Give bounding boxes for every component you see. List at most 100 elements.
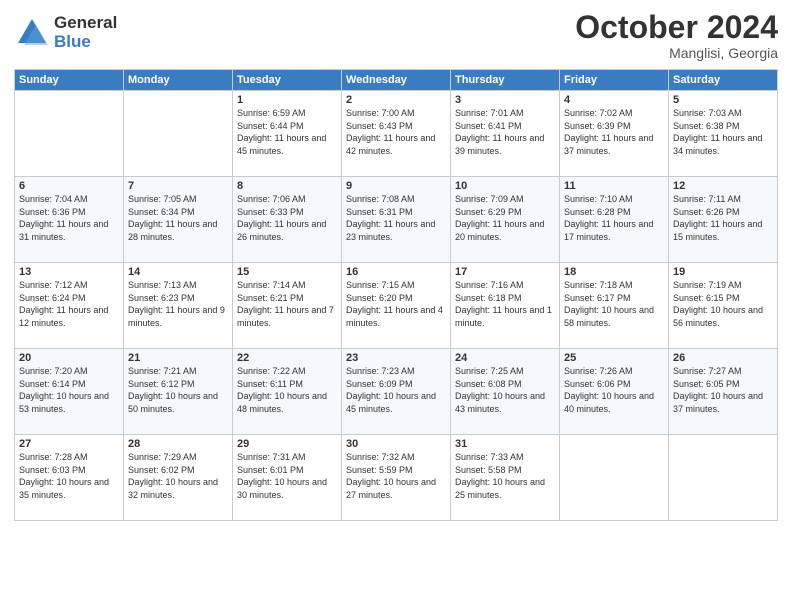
calendar-cell: 28Sunrise: 7:29 AMSunset: 6:02 PMDayligh… <box>124 435 233 521</box>
sunrise: Sunrise: 7:13 AM <box>128 280 197 290</box>
sunset: Sunset: 6:26 PM <box>673 207 740 217</box>
day-number: 31 <box>455 438 555 450</box>
sunrise: Sunrise: 7:08 AM <box>346 194 415 204</box>
day-info: Sunrise: 7:32 AMSunset: 5:59 PMDaylight:… <box>346 451 446 501</box>
day-number: 30 <box>346 438 446 450</box>
weekday-header-monday: Monday <box>124 70 233 91</box>
daylight: Daylight: 11 hours and 39 minutes. <box>455 133 544 156</box>
day-info: Sunrise: 7:05 AMSunset: 6:34 PMDaylight:… <box>128 193 228 243</box>
sunset: Sunset: 6:43 PM <box>346 121 413 131</box>
sunrise: Sunrise: 7:14 AM <box>237 280 306 290</box>
day-info: Sunrise: 7:31 AMSunset: 6:01 PMDaylight:… <box>237 451 337 501</box>
daylight: Daylight: 10 hours and 53 minutes. <box>19 391 109 414</box>
weekday-header-friday: Friday <box>560 70 669 91</box>
weekday-header-sunday: Sunday <box>15 70 124 91</box>
day-info: Sunrise: 7:21 AM Sunset: 6:12 PM Daylight:… <box>128 365 228 415</box>
calendar-row-0: 1Sunrise: 6:59 AMSunset: 6:44 PMDaylight… <box>15 91 778 177</box>
sunrise: Sunrise: 7:33 AM <box>455 452 524 462</box>
day-info: Sunrise: 7:27 AMSunset: 6:05 PMDaylight:… <box>673 365 773 415</box>
day-number: 18 <box>564 266 664 278</box>
day-number: 26 <box>673 352 773 364</box>
day-info: Sunrise: 7:08 AM Sunset: 6:31 PM Daylight:… <box>346 193 446 243</box>
weekday-header-tuesday: Tuesday <box>233 70 342 91</box>
daylight: Daylight: 11 hours and 45 minutes. <box>237 133 326 156</box>
daylight: Daylight: 10 hours and 50 minutes. <box>128 391 218 414</box>
day-info: Sunrise: 7:16 AMSunset: 6:18 PMDaylight:… <box>455 279 555 329</box>
daylight: Daylight: 10 hours and 56 minutes. <box>673 305 763 328</box>
calendar-cell: 30Sunrise: 7:32 AMSunset: 5:59 PMDayligh… <box>342 435 451 521</box>
sunrise: Sunrise: 7:03 AM <box>673 108 742 118</box>
day-info: Sunrise: 7:04 AMSunset: 6:36 PMDaylight:… <box>19 193 119 243</box>
sunrise: Sunrise: 7:20 AM <box>19 366 88 376</box>
sunset: Sunset: 6:24 PM <box>19 293 86 303</box>
sunset: Sunset: 6:02 PM <box>128 465 195 475</box>
calendar-page: General Blue October 2024 Manglisi, Geor… <box>0 0 792 612</box>
sunset: Sunset: 6:31 PM <box>346 207 413 217</box>
sunset: Sunset: 6:21 PM <box>237 293 304 303</box>
calendar-cell: 17Sunrise: 7:16 AMSunset: 6:18 PMDayligh… <box>451 263 560 349</box>
sunset: Sunset: 6:20 PM <box>346 293 413 303</box>
day-number: 27 <box>19 438 119 450</box>
sunset: Sunset: 5:59 PM <box>346 465 413 475</box>
calendar-cell: 21Sunrise: 7:21 AMSunset: 6:12 PMDayligh… <box>124 349 233 435</box>
day-number: 3 <box>455 94 555 106</box>
daylight: Daylight: 11 hours and 37 minutes. <box>564 133 653 156</box>
daylight: Daylight: 11 hours and 23 minutes. <box>346 219 435 242</box>
calendar-header: SundayMondayTuesdayWednesdayThursdayFrid… <box>15 70 778 91</box>
weekday-header-row: SundayMondayTuesdayWednesdayThursdayFrid… <box>15 70 778 91</box>
sunset: Sunset: 6:28 PM <box>564 207 631 217</box>
sunset: Sunset: 6:34 PM <box>128 207 195 217</box>
day-info: Sunrise: 7:13 AMSunset: 6:23 PMDaylight:… <box>128 279 228 329</box>
day-number: 14 <box>128 266 228 278</box>
sunrise: Sunrise: 7:27 AM <box>673 366 742 376</box>
logo-text: General Blue <box>54 14 117 51</box>
day-info: Sunrise: 6:59 AMSunset: 6:44 PMDaylight:… <box>237 107 337 157</box>
calendar-cell: 7Sunrise: 7:05 AMSunset: 6:34 PMDaylight… <box>124 177 233 263</box>
calendar-cell: 14Sunrise: 7:13 AMSunset: 6:23 PMDayligh… <box>124 263 233 349</box>
day-number: 10 <box>455 180 555 192</box>
day-number: 5 <box>673 94 773 106</box>
day-number: 15 <box>237 266 337 278</box>
calendar-row-2: 13Sunrise: 7:12 AMSunset: 6:24 PMDayligh… <box>15 263 778 349</box>
calendar-cell: 1Sunrise: 6:59 AMSunset: 6:44 PMDaylight… <box>233 91 342 177</box>
day-number: 9 <box>346 180 446 192</box>
calendar-cell: 10Sunrise: 7:09 AMSunset: 6:29 PMDayligh… <box>451 177 560 263</box>
calendar-cell: 22Sunrise: 7:22 AMSunset: 6:11 PMDayligh… <box>233 349 342 435</box>
day-info: Sunrise: 7:10 AMSunset: 6:28 PMDaylight:… <box>564 193 664 243</box>
logo: General Blue <box>14 14 117 51</box>
weekday-header-wednesday: Wednesday <box>342 70 451 91</box>
calendar-cell: 26Sunrise: 7:27 AMSunset: 6:05 PMDayligh… <box>669 349 778 435</box>
day-info: Sunrise: 7:29 AMSunset: 6:02 PMDaylight:… <box>128 451 228 501</box>
day-number: 24 <box>455 352 555 364</box>
sunset: Sunset: 6:12 PM <box>128 379 195 389</box>
sunrise: Sunrise: 7:11 AM <box>673 194 741 204</box>
calendar-row-1: 6Sunrise: 7:04 AMSunset: 6:36 PMDaylight… <box>15 177 778 263</box>
sunrise: Sunrise: 7:00 AM <box>346 108 415 118</box>
calendar-cell: 18Sunrise: 7:18 AMSunset: 6:17 PMDayligh… <box>560 263 669 349</box>
day-info: Sunrise: 7:03 AM Sunset: 6:38 PM Daylight:… <box>673 107 773 157</box>
calendar-cell: 3Sunrise: 7:01 AMSunset: 6:41 PMDaylight… <box>451 91 560 177</box>
daylight: Daylight: 11 hours and 12 minutes. <box>19 305 108 328</box>
daylight: Daylight: 11 hours and 4 minutes. <box>346 305 443 328</box>
weekday-header-thursday: Thursday <box>451 70 560 91</box>
day-number: 8 <box>237 180 337 192</box>
daylight: Daylight: 11 hours and 9 minutes. <box>128 305 225 328</box>
sunrise: Sunrise: 7:21 AM <box>128 366 197 376</box>
sunset: Sunset: 6:33 PM <box>237 207 304 217</box>
calendar-cell <box>124 91 233 177</box>
day-info: Sunrise: 7:06 AMSunset: 6:33 PMDaylight:… <box>237 193 337 243</box>
calendar-cell: 13Sunrise: 7:12 AMSunset: 6:24 PMDayligh… <box>15 263 124 349</box>
daylight: Daylight: 11 hours and 34 minutes. <box>673 133 762 156</box>
sunset: Sunset: 6:01 PM <box>237 465 304 475</box>
weekday-header-saturday: Saturday <box>669 70 778 91</box>
calendar-row-4: 27Sunrise: 7:28 AMSunset: 6:03 PMDayligh… <box>15 435 778 521</box>
calendar-cell: 2Sunrise: 7:00 AMSunset: 6:43 PMDaylight… <box>342 91 451 177</box>
calendar-cell <box>669 435 778 521</box>
sunset: Sunset: 6:09 PM <box>346 379 413 389</box>
daylight: Daylight: 10 hours and 30 minutes. <box>237 477 327 500</box>
calendar-cell: 24Sunrise: 7:25 AMSunset: 6:08 PMDayligh… <box>451 349 560 435</box>
sunset: Sunset: 6:38 PM <box>673 121 740 131</box>
sunrise: Sunrise: 7:09 AM <box>455 194 524 204</box>
sunset: Sunset: 6:18 PM <box>455 293 522 303</box>
day-info: Sunrise: 7:15 AMSunset: 6:20 PMDaylight:… <box>346 279 446 329</box>
